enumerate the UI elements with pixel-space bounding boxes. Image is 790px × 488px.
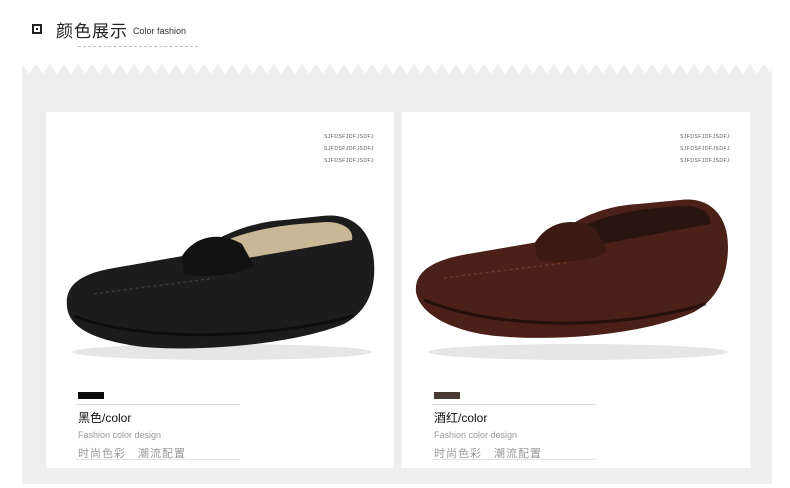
section-header: 颜色展示 Color fashion xyxy=(32,14,186,44)
color-card-wine-red: SJFDSFJDFJSDFJ SJFDSFJDFJSDFJ SJFDSFJDFJ… xyxy=(402,112,750,468)
shoe-image xyxy=(415,199,728,360)
section-subtitle: Color fashion xyxy=(133,25,187,36)
square-icon xyxy=(32,24,42,34)
divider xyxy=(76,404,240,405)
color-swatch xyxy=(434,392,460,399)
color-name: 酒红/color xyxy=(434,411,488,425)
code-text: SJFDSFJDFJSDFJ xyxy=(323,158,374,164)
color-swatch xyxy=(78,392,104,399)
color-card-black: SJFDSFJDFJSDFJ SJFDSFJDFJSDFJ SJFDSFJDFJ… xyxy=(46,112,394,468)
code-text: SJFDSFJDFJSDFJ xyxy=(679,134,730,140)
design-label: Fashion color design xyxy=(78,430,162,440)
code-text: SJFDSFJDFJSDFJ xyxy=(679,158,730,164)
divider xyxy=(432,459,596,460)
code-text: SJFDSFJDFJSDFJ xyxy=(323,146,374,152)
divider xyxy=(432,404,596,405)
shoe-image xyxy=(66,215,375,360)
code-text: SJFDSFJDFJSDFJ xyxy=(323,134,374,140)
design-label: Fashion color design xyxy=(434,430,518,440)
section-title: 颜色展示 xyxy=(56,21,128,41)
header-divider xyxy=(78,46,198,47)
color-name: 黑色/color xyxy=(78,411,132,425)
zigzag-border xyxy=(22,64,772,74)
divider xyxy=(76,459,240,460)
code-text: SJFDSFJDFJSDFJ xyxy=(679,146,730,152)
